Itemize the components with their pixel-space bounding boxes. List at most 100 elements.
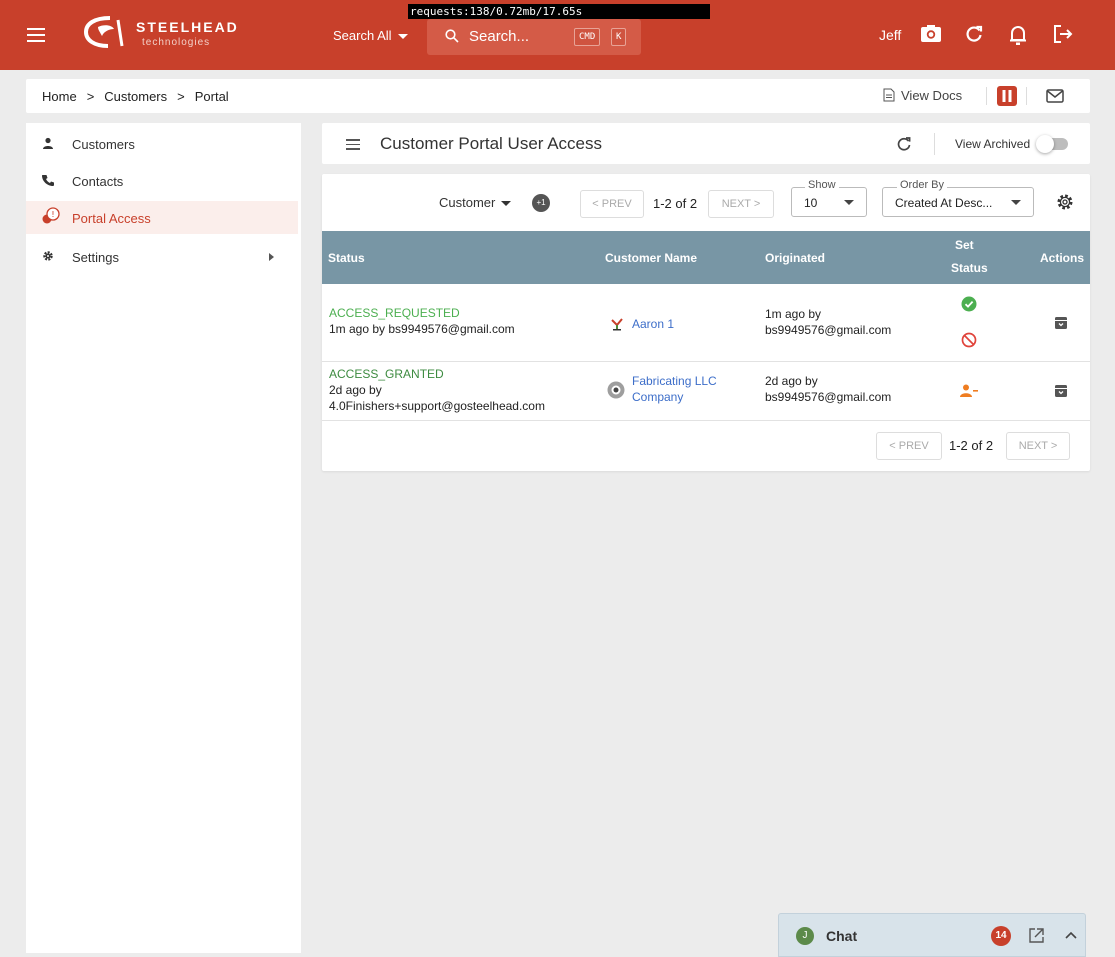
column-header-set-status-line2: Status bbox=[951, 261, 988, 275]
chevron-right-icon bbox=[269, 253, 274, 261]
sidebar: Customers Contacts ! Portal Access Setti… bbox=[26, 123, 301, 953]
menu-icon[interactable] bbox=[346, 139, 360, 153]
filter-count-badge[interactable]: +1 bbox=[532, 194, 550, 212]
originated-line2: bs9949576@gmail.com bbox=[765, 390, 892, 404]
column-header-customer-name[interactable]: Customer Name bbox=[605, 251, 697, 265]
prev-page-button[interactable]: < PREV bbox=[876, 432, 942, 460]
brand-subtitle: technologies bbox=[142, 37, 211, 48]
status-by: 1m ago by bs9949576@gmail.com bbox=[329, 322, 515, 336]
sidebar-item-portal-access[interactable]: ! Portal Access bbox=[26, 201, 298, 234]
debug-stats: requests:138/0.72mb/17.65s bbox=[408, 4, 710, 19]
divider bbox=[986, 87, 987, 105]
menu-icon[interactable] bbox=[27, 28, 45, 42]
remove-user-icon[interactable] bbox=[960, 384, 978, 398]
search-placeholder: Search... bbox=[469, 28, 530, 45]
archive-icon[interactable] bbox=[1054, 316, 1068, 330]
page-size-value: 10 bbox=[804, 196, 818, 210]
customer-filter-label: Customer bbox=[439, 195, 496, 210]
sidebar-item-settings[interactable]: Settings bbox=[26, 240, 298, 273]
sidebar-item-label: Portal Access bbox=[72, 211, 151, 226]
view-docs-label: View Docs bbox=[901, 88, 963, 103]
divider bbox=[934, 133, 935, 155]
sidebar-item-label: Customers bbox=[72, 137, 135, 152]
page-size-select[interactable]: Show 10 bbox=[791, 179, 867, 217]
status-value: ACCESS_REQUESTED bbox=[329, 306, 460, 320]
open-external-icon[interactable] bbox=[1029, 928, 1044, 943]
order-by-select[interactable]: Order By Created At Desc... bbox=[882, 179, 1034, 217]
refresh-icon[interactable] bbox=[964, 24, 984, 44]
view-archived-toggle[interactable] bbox=[1036, 135, 1068, 153]
prev-page-button[interactable]: < PREV bbox=[580, 190, 644, 218]
originated-line1: 2d ago by bbox=[765, 374, 818, 388]
order-by-value: Created At Desc... bbox=[895, 196, 993, 210]
originated-line2: bs9949576@gmail.com bbox=[765, 323, 892, 337]
global-search-input[interactable]: Search... CMD K bbox=[427, 19, 641, 55]
customer-filter-dropdown[interactable]: Customer bbox=[439, 195, 512, 210]
view-archived-label: View Archived bbox=[955, 137, 1031, 151]
page-size-label: Show bbox=[805, 179, 839, 191]
deny-block-icon[interactable] bbox=[961, 332, 977, 348]
person-icon bbox=[43, 137, 53, 149]
view-docs-link[interactable]: View Docs bbox=[883, 88, 962, 103]
chevron-down-icon bbox=[844, 200, 854, 205]
breadcrumb-portal: Portal bbox=[194, 89, 229, 104]
column-header-set-status-line1: Set bbox=[955, 238, 974, 252]
customer-avatar-icon bbox=[607, 381, 625, 399]
sidebar-item-label: Contacts bbox=[72, 174, 124, 189]
globe-alert-icon: ! bbox=[42, 207, 60, 224]
chat-title: Chat bbox=[826, 928, 858, 944]
document-icon bbox=[883, 88, 895, 102]
customer-name-link[interactable]: Aaron 1 bbox=[632, 317, 674, 332]
table-row[interactable]: ACCESS_GRANTED 2d ago by 4.0Finishers+su… bbox=[322, 362, 1090, 421]
customer-name-link-line1[interactable]: Fabricating LLC bbox=[632, 374, 717, 389]
svg-text:!: ! bbox=[51, 210, 54, 219]
unread-count-badge: 14 bbox=[991, 926, 1011, 946]
pause-recording-icon[interactable] bbox=[997, 86, 1017, 106]
next-page-button[interactable]: NEXT > bbox=[1006, 432, 1070, 460]
status-by-line1: 2d ago by bbox=[329, 383, 382, 397]
breadcrumb-bar: Home > Customers > Portal View Docs bbox=[26, 79, 1090, 113]
archive-icon[interactable] bbox=[1054, 384, 1068, 398]
user-name[interactable]: Jeff bbox=[879, 27, 901, 43]
chevron-down-icon bbox=[501, 201, 512, 207]
order-by-label: Order By bbox=[897, 179, 948, 191]
mail-icon[interactable] bbox=[1046, 89, 1064, 103]
phone-icon bbox=[42, 175, 54, 186]
originated-line1: 1m ago by bbox=[765, 307, 822, 321]
page-header: Customer Portal User Access View Archive… bbox=[322, 123, 1090, 164]
logout-icon[interactable] bbox=[1052, 24, 1074, 44]
approve-check-icon[interactable] bbox=[961, 296, 977, 312]
notifications-bell-icon[interactable] bbox=[1008, 24, 1028, 46]
brand-name: STEELHEAD bbox=[136, 19, 239, 35]
chevron-down-icon bbox=[1011, 200, 1021, 205]
search-scope-dropdown[interactable]: Search All bbox=[333, 28, 408, 43]
top-app-bar: STEELHEAD technologies requests:138/0.72… bbox=[0, 0, 1115, 70]
kbd-k: K bbox=[611, 28, 627, 46]
brand-logo[interactable]: STEELHEAD technologies bbox=[80, 14, 250, 50]
sidebar-item-label: Settings bbox=[72, 250, 119, 265]
chat-widget[interactable]: J Chat 14 bbox=[778, 913, 1086, 957]
breadcrumb-customers[interactable]: Customers bbox=[104, 89, 167, 104]
sidebar-item-customers[interactable]: Customers bbox=[26, 127, 298, 160]
page-count: 1-2 of 2 bbox=[653, 196, 698, 211]
chevron-down-icon bbox=[397, 34, 408, 40]
avatar: J bbox=[796, 927, 814, 945]
portal-access-table-card: Customer +1 < PREV 1-2 of 2 NEXT > Show … bbox=[322, 174, 1090, 471]
breadcrumb-home[interactable]: Home bbox=[42, 89, 77, 104]
camera-icon[interactable] bbox=[920, 24, 942, 44]
table-row[interactable]: ACCESS_REQUESTED 1m ago by bs9949576@gma… bbox=[322, 284, 1090, 362]
chevron-up-icon[interactable] bbox=[1065, 931, 1077, 939]
next-page-button[interactable]: NEXT > bbox=[708, 190, 774, 218]
settings-gear-icon[interactable] bbox=[1056, 193, 1074, 211]
column-header-status[interactable]: Status bbox=[328, 251, 365, 265]
search-scope-label: Search All bbox=[333, 28, 392, 43]
kbd-cmd: CMD bbox=[574, 28, 601, 46]
sidebar-item-contacts[interactable]: Contacts bbox=[26, 164, 298, 197]
page-count: 1-2 of 2 bbox=[949, 438, 994, 453]
table-header: Status Customer Name Originated Set Stat… bbox=[322, 231, 1090, 284]
customer-name-link-line2[interactable]: Company bbox=[632, 390, 683, 405]
search-icon bbox=[445, 29, 459, 43]
column-header-originated[interactable]: Originated bbox=[765, 251, 825, 265]
refresh-icon[interactable] bbox=[896, 136, 912, 152]
page-title: Customer Portal User Access bbox=[380, 134, 603, 153]
